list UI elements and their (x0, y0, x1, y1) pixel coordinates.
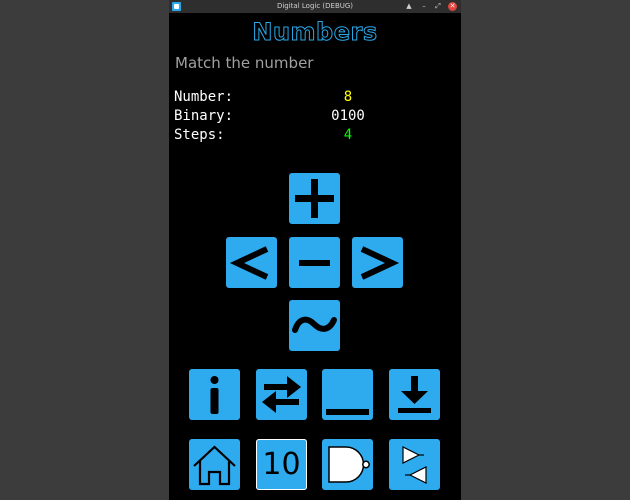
number-label: Number: (174, 89, 234, 105)
logic-gate-button[interactable] (322, 439, 373, 490)
page-subtitle: Match the number (175, 54, 314, 72)
swap-arrows-icon (262, 376, 301, 413)
minus-button[interactable] (289, 237, 340, 288)
number-value: 8 (343, 89, 353, 105)
download-icon (398, 376, 431, 413)
less-than-icon (229, 246, 269, 280)
tilde-icon (292, 316, 337, 333)
close-button[interactable]: ✕ (448, 2, 457, 11)
number-base-label: 10 (262, 447, 301, 482)
nand-gate-icon (328, 446, 370, 483)
window-title: Digital Logic (DEBUG) (276, 2, 354, 10)
steps-value: 4 (343, 127, 353, 143)
info-icon (210, 376, 219, 414)
underscore-button[interactable] (322, 369, 373, 420)
number-base-button[interactable]: 10 (256, 439, 307, 490)
download-button[interactable] (389, 369, 440, 420)
minus-icon (299, 260, 330, 266)
home-icon (193, 445, 236, 486)
plus-button[interactable] (289, 173, 340, 224)
plus-icon (295, 179, 334, 218)
info-button[interactable] (189, 369, 240, 420)
binary-label: Binary: (174, 108, 234, 124)
binary-value: 0100 (331, 108, 365, 124)
swap-button[interactable] (256, 369, 307, 420)
greater-than-icon (360, 246, 400, 280)
title-bar: Digital Logic (DEBUG) ▲ – ⤢ ✕ (169, 0, 461, 13)
page-title: Numbers (252, 18, 378, 47)
shift-right-button[interactable] (352, 237, 403, 288)
buffer-button[interactable] (389, 439, 440, 490)
shift-left-button[interactable] (226, 237, 277, 288)
buffer-pair-icon (402, 446, 427, 484)
underscore-icon (326, 409, 369, 415)
app-window: Digital Logic (DEBUG) ▲ – ⤢ ✕ Numbers Ma… (169, 0, 461, 500)
steps-label: Steps: (174, 127, 225, 143)
minimize-button[interactable]: – (419, 1, 429, 12)
home-button[interactable] (189, 439, 240, 490)
restore-button[interactable]: ⤢ (433, 1, 443, 12)
keep-above-button[interactable]: ▲ (404, 1, 414, 12)
invert-button[interactable] (289, 300, 340, 351)
